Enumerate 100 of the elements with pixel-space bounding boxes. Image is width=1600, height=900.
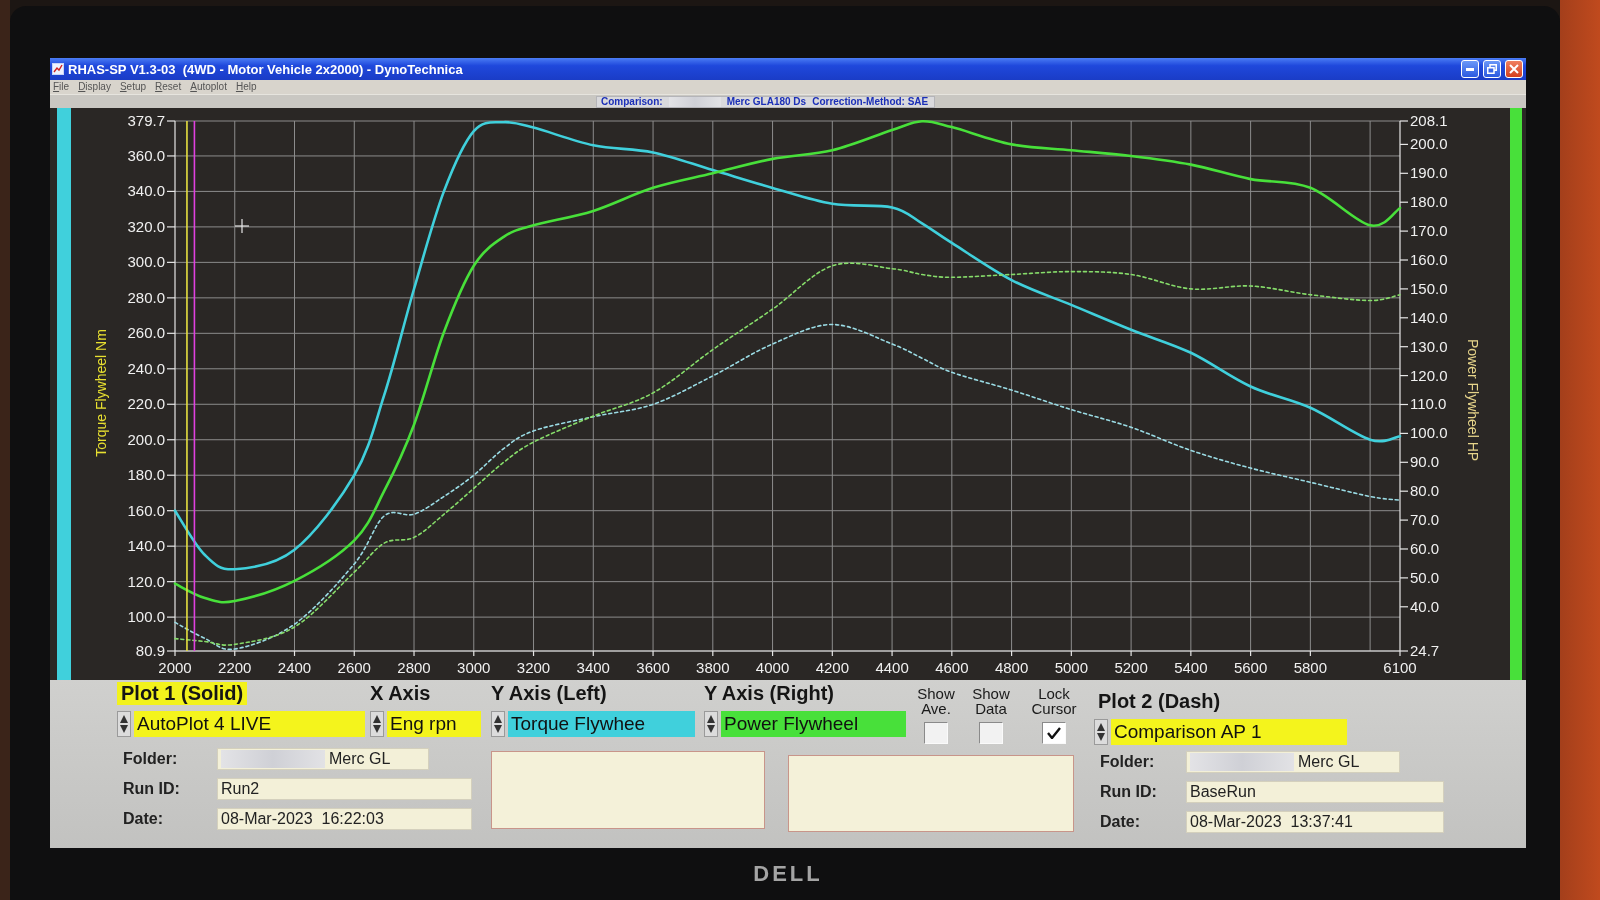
x-tick-label: 3000 <box>457 659 491 676</box>
y-tick-label: 150.0 <box>1410 279 1448 297</box>
column-title: X Axis <box>370 682 431 705</box>
y-tick-label: 180.0 <box>127 466 165 484</box>
spinner-button[interactable] <box>1094 719 1108 745</box>
y-tick-label: 170.0 <box>1410 222 1448 240</box>
selector-field[interactable]: Comparison AP 1 <box>1111 719 1347 745</box>
checkbox-label: Show Ave. <box>917 686 955 716</box>
close-icon <box>1509 64 1519 74</box>
info-field[interactable]: BaseRun <box>1186 781 1444 803</box>
y-tick-label: 260.0 <box>127 324 165 342</box>
correction-method: Correction-Method: SAE <box>812 96 929 107</box>
field-label: Run ID: <box>1099 783 1158 801</box>
x-tick-label: 2000 <box>158 659 192 676</box>
field-label: Folder: <box>1099 753 1156 771</box>
comparison-vehicle: Merc GLA180 Ds <box>726 96 807 107</box>
x-tick-label: 4400 <box>875 659 909 676</box>
checkbox[interactable] <box>979 722 1003 744</box>
y-tick-label: 90.0 <box>1410 453 1440 471</box>
y-tick-label: 208.1 <box>1410 112 1448 129</box>
x-tick-label: 5200 <box>1114 659 1148 676</box>
x-tick-label: 4600 <box>935 659 969 676</box>
x-tick-label: 5400 <box>1174 659 1208 676</box>
y-axis-title: Power Flywheel HP <box>1465 338 1482 462</box>
plot-title[interactable]: Plot 1 (Solid) <box>117 682 248 705</box>
menu-item[interactable]: Setup <box>119 81 147 93</box>
comparison-label: Comparison: <box>601 96 663 107</box>
app-icon <box>52 63 64 75</box>
menu-item[interactable]: File <box>53 81 70 93</box>
spinner-button[interactable] <box>117 711 131 737</box>
close-button[interactable] <box>1505 60 1523 78</box>
x-tick-label: 4200 <box>815 659 849 676</box>
restore-button[interactable] <box>1483 60 1501 78</box>
y-tick-label: 340.0 <box>127 182 165 200</box>
y-tick-label: 24.7 <box>1410 642 1440 659</box>
menu-item[interactable]: Autoplot <box>190 81 227 93</box>
brand-logo: DELL <box>753 861 823 887</box>
y-tick-label: 50.0 <box>1410 568 1440 586</box>
info-field[interactable]: Run2 <box>217 778 472 800</box>
checkbox[interactable] <box>1042 722 1066 744</box>
x-tick-label: 6100 <box>1383 659 1417 676</box>
up-down-arrows-icon <box>373 715 381 733</box>
y-tick-label: 240.0 <box>127 359 165 377</box>
checkbox[interactable] <box>924 722 948 744</box>
menu-item[interactable]: Display <box>78 81 111 93</box>
field-label: Date: <box>1099 813 1141 831</box>
y-tick-label: 190.0 <box>1410 164 1448 182</box>
x-tick-label: 3600 <box>636 659 670 676</box>
info-field[interactable]: Merc GL <box>1186 751 1401 773</box>
selector-field[interactable]: Torque Flywhee <box>508 711 695 737</box>
y-tick-label: 220.0 <box>127 395 165 413</box>
y-tick-label: 120.0 <box>127 572 165 590</box>
y-tick-label: 100.0 <box>127 608 165 626</box>
x-tick-label: 5000 <box>1054 659 1089 676</box>
spinner-button[interactable] <box>370 711 384 737</box>
y-tick-label: 110.0 <box>1410 395 1447 413</box>
y-tick-label: 160.0 <box>1410 251 1448 268</box>
info-field[interactable]: 08-Mar-2023 13:37:41 <box>1186 811 1444 833</box>
up-down-arrows-icon <box>1097 723 1105 741</box>
x-tick-label: 2400 <box>277 659 312 676</box>
y-tick-label: 80.9 <box>135 642 165 659</box>
y-tick-label: 100.0 <box>1410 424 1448 442</box>
y-tick-label: 360.0 <box>127 146 165 164</box>
y-tick-label: 130.0 <box>1410 337 1448 355</box>
y-axis-title: Torque Flywheel Nm <box>92 329 109 457</box>
info-field[interactable]: 08-Mar-2023 16:22:03 <box>217 808 472 830</box>
checkmark-icon <box>1047 727 1061 739</box>
selector-field[interactable]: Eng rpn <box>387 711 481 737</box>
x-tick-label: 5600 <box>1233 659 1268 676</box>
y-tick-label: 160.0 <box>127 501 165 519</box>
menu-item[interactable]: Help <box>235 81 257 93</box>
y-tick-label: 40.0 <box>1410 597 1440 615</box>
x-tick-label: 3200 <box>516 659 551 676</box>
field-label: Date: <box>122 810 164 828</box>
y-tick-label: 379.7 <box>127 112 165 129</box>
window-title: RHAS-SP V1.3-03 (4WD - Motor Vehicle 2x2000) - DynoTechnica <box>68 61 464 77</box>
restore-icon <box>1487 64 1497 74</box>
x-tick-label: 3800 <box>696 659 730 676</box>
minimize-button[interactable] <box>1461 60 1479 78</box>
spinner-button[interactable] <box>704 711 718 737</box>
x-tick-label: 4000 <box>755 659 790 676</box>
x-tick-label: 2600 <box>337 659 371 676</box>
menu-item[interactable]: Reset <box>155 81 182 93</box>
spinner-button[interactable] <box>491 711 505 737</box>
y-tick-label: 70.0 <box>1410 511 1440 529</box>
field-label: Run ID: <box>122 780 181 798</box>
y-tick-label: 60.0 <box>1410 540 1440 557</box>
info-field[interactable]: Merc GL <box>217 748 429 770</box>
y-tick-label: 300.0 <box>127 253 165 271</box>
x-tick-label: 2200 <box>218 659 252 676</box>
plot-title[interactable]: Plot 2 (Dash) <box>1094 690 1225 713</box>
up-down-arrows-icon <box>120 715 128 733</box>
checkbox-label: Lock Cursor <box>1031 686 1077 716</box>
selector-field[interactable]: AutoPlot 4 LIVE <box>134 711 365 737</box>
up-down-arrows-icon <box>707 715 715 733</box>
column-title: Y Axis (Left) <box>491 682 607 705</box>
y-tick-label: 180.0 <box>1410 193 1448 211</box>
selector-field[interactable]: Power Flywheel <box>721 711 906 737</box>
x-tick-label: 2800 <box>397 659 431 676</box>
y-tick-label: 140.0 <box>127 537 165 555</box>
